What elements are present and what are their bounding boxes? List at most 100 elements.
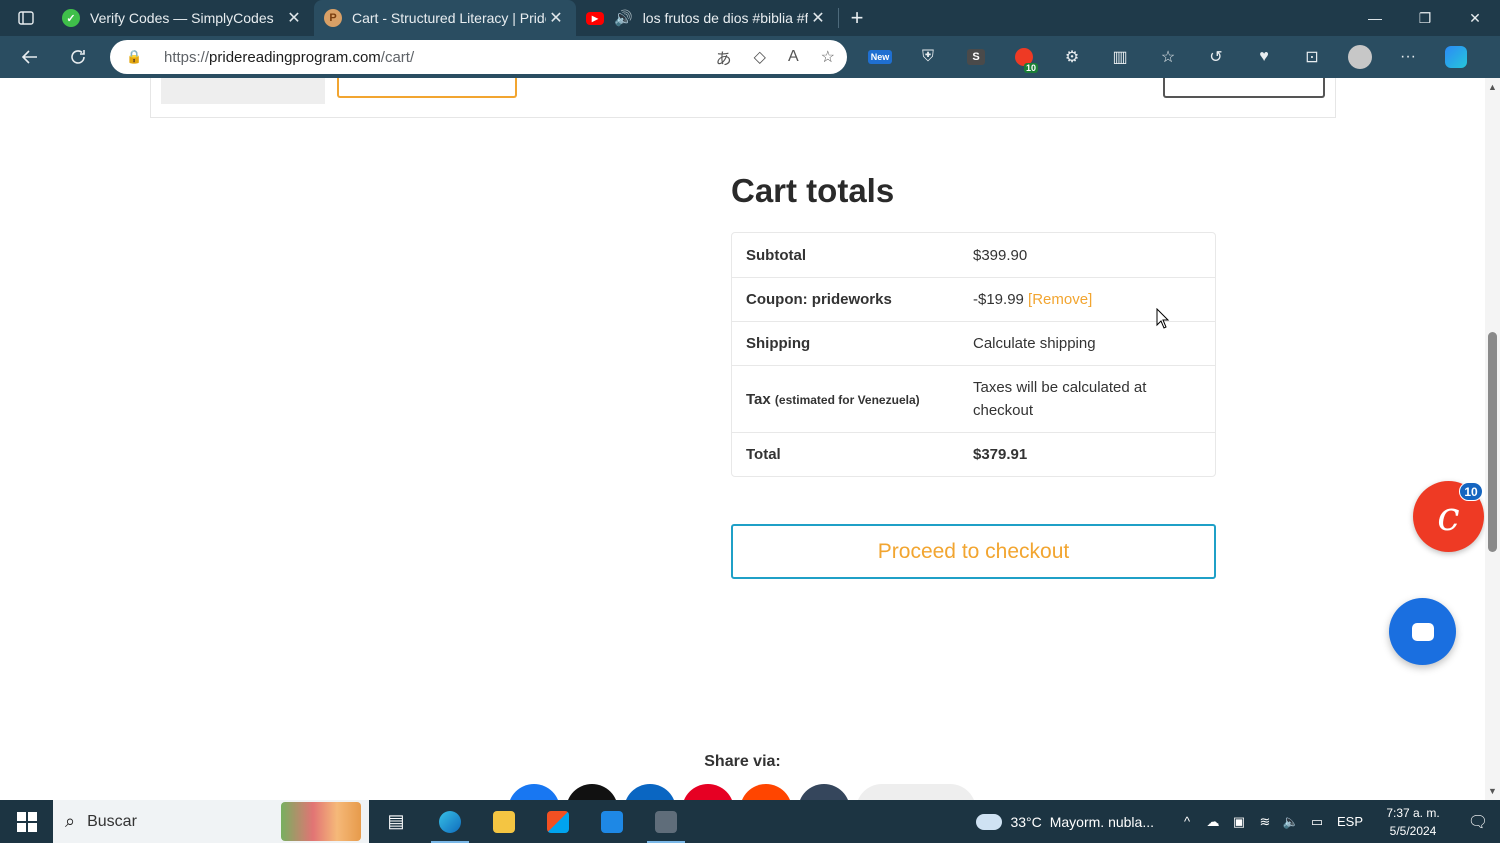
page-scrollbar[interactable]: ▲ ▼ xyxy=(1485,78,1500,800)
c-logo-icon: c xyxy=(1437,493,1460,540)
pinterest-share-icon[interactable] xyxy=(682,784,734,800)
close-tab-icon[interactable]: ✕ xyxy=(284,8,304,28)
cart-totals-table: Subtotal $399.90 Coupon: prideworks -$19… xyxy=(731,232,1216,477)
address-bar[interactable]: 🔒 https://pridereadingprogram.com/cart/ … xyxy=(110,40,847,74)
history-icon[interactable]: ↺ xyxy=(1192,36,1240,78)
tab-title: los frutos de dios #biblia #f xyxy=(642,10,808,26)
read-aloud-icon[interactable]: A xyxy=(788,48,799,66)
split-screen-icon[interactable]: ▥ xyxy=(1096,36,1144,78)
calculate-shipping-link[interactable]: Calculate shipping xyxy=(973,332,1215,355)
more-share-icon[interactable] xyxy=(856,784,976,800)
minimize-button[interactable]: — xyxy=(1350,0,1400,36)
tab-cart[interactable]: P Cart - Structured Literacy | Pride ✕ xyxy=(314,0,576,36)
favorites-icon[interactable]: ☆ xyxy=(1144,36,1192,78)
total-label: Total xyxy=(746,446,781,463)
share-buttons xyxy=(508,784,976,800)
screenshot-icon[interactable]: ⊡ xyxy=(1288,36,1336,78)
translate-icon[interactable]: あ xyxy=(716,45,732,69)
remove-coupon-link[interactable]: [Remove] xyxy=(1028,291,1092,308)
weather-widget[interactable]: 33°C Mayorm. nubla... xyxy=(976,813,1154,830)
tab-actions-button[interactable] xyxy=(0,0,52,36)
start-button[interactable] xyxy=(0,800,53,843)
weather-temp: 33°C xyxy=(1010,813,1042,830)
x-share-icon[interactable] xyxy=(566,784,618,800)
system-tray: 33°C Mayorm. nubla... ^ ☁ ▣ ≋ 🔈 ▭ ESP 7:… xyxy=(976,800,1500,843)
more-menu-icon[interactable]: ··· xyxy=(1384,36,1432,78)
favorite-star-icon[interactable]: ☆ xyxy=(821,47,835,67)
reddit-share-icon[interactable] xyxy=(740,784,792,800)
tax-row: Tax (estimated for Venezuela) Taxes will… xyxy=(732,365,1215,432)
shield-icon[interactable]: ⛨ xyxy=(904,36,952,78)
coupon-row: Coupon: prideworks -$19.99 [Remove] xyxy=(732,277,1215,321)
search-placeholder: Buscar xyxy=(87,812,137,830)
apply-coupon-button[interactable] xyxy=(337,78,517,98)
scroll-down-icon[interactable]: ▼ xyxy=(1488,786,1497,796)
file-explorer-icon[interactable] xyxy=(477,800,531,843)
update-cart-button[interactable] xyxy=(1163,78,1325,98)
restore-button[interactable]: ❐ xyxy=(1400,0,1450,36)
volume-icon[interactable]: 🔈 xyxy=(1278,814,1304,830)
browser-toolbar: 🔒 https://pridereadingprogram.com/cart/ … xyxy=(0,36,1500,78)
clock[interactable]: 7:37 a. m. 5/5/2024 xyxy=(1370,804,1456,840)
refresh-button[interactable] xyxy=(54,36,102,78)
performance-icon[interactable]: ♥ xyxy=(1240,36,1288,78)
calculator-icon[interactable] xyxy=(639,800,693,843)
s-extension-icon[interactable]: S xyxy=(952,36,1000,78)
new-extension-icon[interactable]: New xyxy=(856,36,904,78)
lock-icon[interactable]: 🔒 xyxy=(126,49,150,65)
coupon-extension-icon[interactable]: 10 xyxy=(1000,36,1048,78)
tab-simplycodes[interactable]: ✓ Verify Codes — SimplyCodes ✕ xyxy=(52,0,314,36)
taskbar-search[interactable]: ⌕ Buscar xyxy=(53,800,369,843)
tax-value: Taxes will be calculated at checkout xyxy=(973,379,1147,419)
total-row: Total $379.91 xyxy=(732,432,1215,476)
tax-label-cell: Tax (estimated for Venezuela) xyxy=(732,391,973,408)
cart-actions-strip xyxy=(150,78,1336,118)
tab-actions-icon xyxy=(18,11,34,25)
tax-label: Tax xyxy=(746,390,771,408)
facebook-share-icon[interactable] xyxy=(508,784,560,800)
notifications-icon[interactable]: 🗨 xyxy=(1456,812,1500,832)
shipping-label: Shipping xyxy=(746,335,811,352)
scroll-up-icon[interactable]: ▲ xyxy=(1488,82,1497,92)
scrollbar-thumb[interactable] xyxy=(1488,332,1497,552)
profile-avatar-icon[interactable] xyxy=(1336,36,1384,78)
puzzle-extensions-icon[interactable]: ⚙ xyxy=(1048,36,1096,78)
search-icon: ⌕ xyxy=(65,811,76,831)
shipping-row: Shipping Calculate shipping xyxy=(732,321,1215,365)
share-label: Share via: xyxy=(704,753,781,770)
onedrive-cloud-icon[interactable]: ☁ xyxy=(1200,814,1226,830)
show-hidden-icons-chevron-icon[interactable]: ^ xyxy=(1174,814,1200,829)
pride-icon: P xyxy=(324,9,342,27)
close-tab-icon[interactable]: ✕ xyxy=(808,8,828,28)
microsoft-store-icon[interactable] xyxy=(531,800,585,843)
tab-youtube[interactable]: ▶ 🔊 los frutos de dios #biblia #f ✕ xyxy=(576,0,838,36)
search-highlight-image xyxy=(281,802,361,841)
copilot-icon[interactable] xyxy=(1432,36,1480,78)
ext-new-label: New xyxy=(867,50,893,64)
language-indicator[interactable]: ESP xyxy=(1330,814,1370,829)
new-tab-button[interactable]: + xyxy=(839,0,875,36)
tab-title: Verify Codes — SimplyCodes xyxy=(90,10,274,26)
edge-taskbar-icon[interactable] xyxy=(423,800,477,843)
tumblr-share-icon[interactable] xyxy=(798,784,850,800)
close-tab-icon[interactable]: ✕ xyxy=(546,8,566,28)
browser-tab-strip: ✓ Verify Codes — SimplyCodes ✕ P Cart - … xyxy=(0,0,1500,36)
refresh-icon xyxy=(71,50,85,64)
coupon-helper-badge: 10 xyxy=(1459,482,1483,501)
chat-bubble-icon xyxy=(1411,622,1434,641)
mail-icon[interactable] xyxy=(585,800,639,843)
coupon-code-input[interactable] xyxy=(161,78,325,104)
back-button[interactable] xyxy=(6,36,54,78)
close-window-button[interactable]: ✕ xyxy=(1450,0,1500,36)
coupon-tag-icon[interactable]: ◇ xyxy=(754,47,766,67)
battery-icon[interactable]: ▭ xyxy=(1304,814,1330,830)
proceed-to-checkout-button[interactable]: Proceed to checkout xyxy=(731,524,1216,579)
meet-now-icon[interactable]: ▣ xyxy=(1226,814,1252,830)
wifi-icon[interactable]: ≋ xyxy=(1252,814,1278,830)
task-view-icon[interactable]: ▤ xyxy=(369,800,423,843)
chat-message-button[interactable] xyxy=(1389,598,1456,665)
url-text[interactable]: https://pridereadingprogram.com/cart/ xyxy=(164,49,414,66)
youtube-icon: ▶ xyxy=(586,11,604,25)
linkedin-share-icon[interactable] xyxy=(624,784,676,800)
audio-playing-icon[interactable]: 🔊 xyxy=(614,9,633,27)
